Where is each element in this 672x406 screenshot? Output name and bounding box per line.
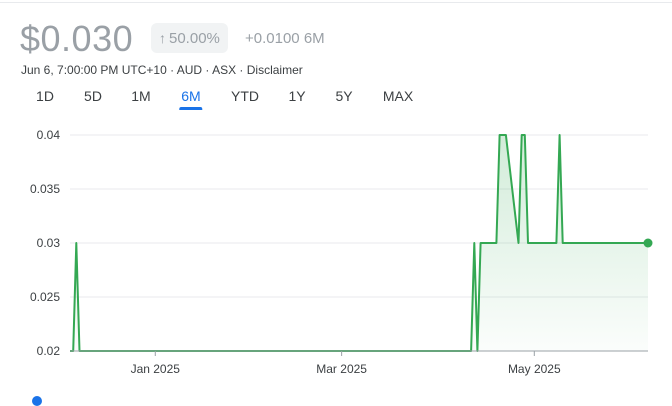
tab-6m[interactable]: 6M <box>179 86 204 110</box>
y-tick-label: 0.02 <box>37 344 61 358</box>
tab-5y[interactable]: 5Y <box>335 86 352 110</box>
tab-max[interactable]: MAX <box>383 86 413 110</box>
y-tick-label: 0.035 <box>30 182 60 196</box>
legend-dot <box>32 396 42 406</box>
last-price-point <box>643 238 653 248</box>
absolute-change: +0.0100 6M <box>245 30 325 47</box>
tab-1m[interactable]: 1M <box>131 86 150 110</box>
y-tick-label: 0.04 <box>37 128 61 142</box>
range-tabs: 1D 5D 1M 6M YTD 1Y 5Y MAX <box>0 86 460 112</box>
change-period: 6M <box>303 30 325 47</box>
x-tick-label: May 2025 <box>508 362 561 376</box>
tab-1d[interactable]: 1D <box>36 86 54 110</box>
current-price: $0.030 <box>20 18 134 59</box>
percent-change-value: 50.00% <box>169 29 220 47</box>
tab-ytd[interactable]: YTD <box>231 86 259 110</box>
price-chart[interactable]: 0.04 0.035 0.03 0.025 0.02 Jan 2025 Mar 2025 Ma… <box>0 120 672 390</box>
tab-1y[interactable]: 1Y <box>288 86 305 110</box>
tab-5d[interactable]: 5D <box>84 86 102 110</box>
percent-change-badge: ↑ 50.00% <box>151 23 228 53</box>
x-tick-label: Mar 2025 <box>316 362 367 376</box>
arrow-up-icon: ↑ <box>159 30 166 46</box>
quote-meta: Jun 6, 7:00:00 PM UTC+10 · AUD · ASX · D… <box>21 63 303 77</box>
y-tick-label: 0.025 <box>30 290 60 304</box>
top-divider <box>0 2 672 3</box>
y-tick-label: 0.03 <box>37 236 61 250</box>
absolute-change-value: +0.0100 <box>245 30 300 47</box>
x-tick-label: Jan 2025 <box>131 362 181 376</box>
